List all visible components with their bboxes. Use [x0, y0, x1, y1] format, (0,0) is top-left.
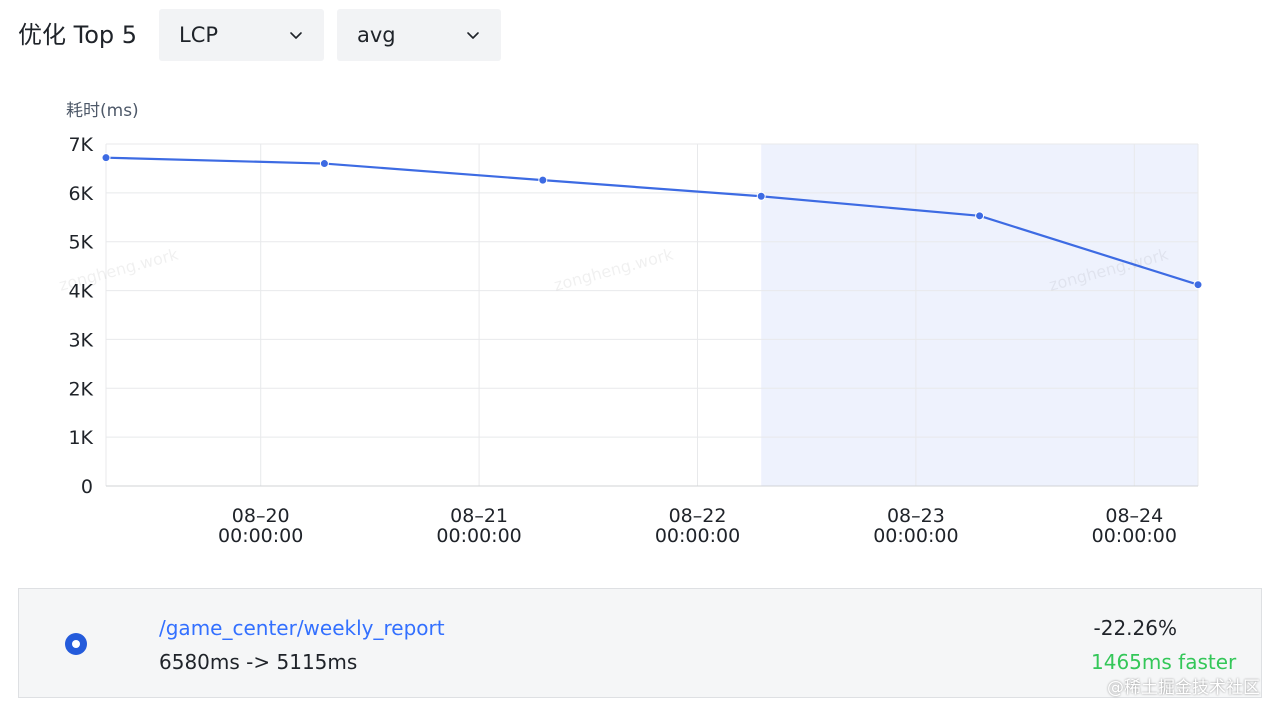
chevron-down-icon	[290, 32, 302, 39]
y-axis-label: 耗时(ms)	[66, 101, 139, 121]
x-tick-label-time: 00:00:00	[655, 525, 740, 547]
x-tick-label-time: 00:00:00	[218, 525, 303, 547]
y-tick-label: 1K	[68, 427, 93, 449]
series-legend-panel: /game_center/weekly_report 6580ms -> 511…	[18, 588, 1262, 698]
delta-ms: 1465ms faster	[1091, 650, 1237, 674]
x-tick-label-date: 08–23	[887, 505, 945, 527]
series-radio-selected[interactable]	[65, 633, 87, 655]
series-point	[975, 211, 985, 221]
metric-select[interactable]: LCP	[159, 9, 324, 61]
y-tick-label: 7K	[68, 134, 93, 156]
metric-select-value: LCP	[179, 23, 219, 47]
y-tick-label: 3K	[68, 329, 93, 351]
y-tick-label: 5K	[68, 232, 93, 254]
aggregate-select-value: avg	[357, 23, 396, 47]
series-point	[101, 153, 111, 163]
x-tick-label-date: 08–20	[232, 505, 290, 527]
x-tick-label-date: 08–21	[450, 505, 508, 527]
y-tick-label: 6K	[68, 183, 93, 205]
series-point	[319, 159, 329, 169]
x-tick-label-time: 00:00:00	[436, 525, 521, 547]
timing-change: 6580ms -> 5115ms	[159, 650, 358, 674]
y-tick-label: 0	[81, 476, 93, 498]
series-point	[1193, 280, 1203, 290]
series-point	[756, 191, 766, 201]
x-tick-label-date: 08–24	[1105, 505, 1163, 527]
chevron-down-icon	[467, 32, 479, 39]
route-link[interactable]: /game_center/weekly_report	[159, 615, 445, 641]
chart-watermark: zongheng.work	[552, 244, 676, 294]
aggregate-select[interactable]: avg	[337, 9, 501, 61]
x-tick-label-time: 00:00:00	[1092, 525, 1177, 547]
x-tick-label-time: 00:00:00	[873, 525, 958, 547]
delta-percent: -22.26%	[1093, 616, 1177, 640]
page-title: 优化 Top 5	[18, 21, 138, 49]
header-bar: 优化 Top 5 LCP avg	[0, 0, 1280, 70]
series-point	[538, 175, 548, 185]
y-tick-label: 2K	[68, 378, 93, 400]
highlight-band	[761, 144, 1198, 486]
line-chart: 0 1K 2K 3K 4K 5K 6K 7K 08–20 00:00:00 08–21 00:00:0…	[0, 80, 1280, 550]
attribution-watermark: @稀土掘金技术社区	[1107, 678, 1260, 698]
x-tick-label-date: 08–22	[669, 505, 727, 527]
chart-svg: 01K2K3K4K5K6K7K08–2000:00:0008–2100:00:0…	[57, 101, 1203, 547]
